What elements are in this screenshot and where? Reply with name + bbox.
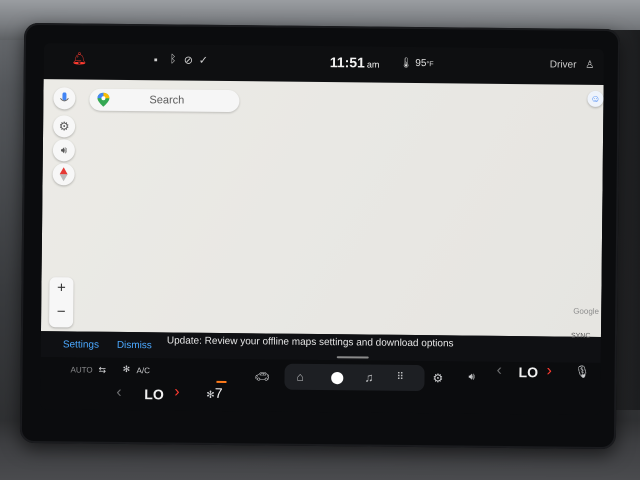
home-icon[interactable]: ⌂	[296, 370, 303, 384]
zoom-in-button[interactable]: +	[49, 279, 73, 296]
map-view[interactable]: ⚙ 🔊︎ Search ☺ + − Google	[40, 79, 604, 337]
outside-temperature: 🌡︎ 95°F	[400, 58, 434, 69]
recirculation-icon[interactable]: ⇆	[99, 365, 107, 376]
search-input[interactable]: Search	[149, 94, 184, 106]
bluetooth-icon: ᛒ	[169, 53, 177, 66]
infotainment-display: 🔔︎ ▪ ᛒ ⊘ ✓ 11:51 am 🌡︎ 95°F Driver ♙ ⚙ 🔊︎	[19, 22, 621, 450]
screen: 🔔︎ ▪ ᛒ ⊘ ✓ 11:51 am 🌡︎ 95°F Driver ♙ ⚙ 🔊︎	[40, 43, 604, 415]
account-icon[interactable]: ☺	[587, 90, 604, 107]
google-maps-pin-icon	[97, 92, 110, 107]
climate-auto-button[interactable]: AUTO	[71, 365, 93, 374]
google-attribution: Google	[573, 306, 600, 316]
left-temp-up-icon[interactable]: ›	[174, 383, 180, 401]
clock: 11:51 am	[330, 54, 380, 71]
gear-icon[interactable]: ⚙	[432, 371, 443, 385]
notification-bell-icon[interactable]: 🔔︎	[72, 51, 87, 65]
right-temp-up-icon[interactable]: ›	[547, 362, 553, 380]
fan-speed-control[interactable]: ✻7	[206, 385, 222, 401]
driver-profile[interactable]: Driver ♙	[550, 59, 595, 70]
dismiss-link[interactable]: Dismiss	[117, 340, 152, 351]
drawer-handle[interactable]	[336, 356, 369, 359]
car-icon[interactable]: 🚗︎	[254, 369, 269, 383]
fan-speed-indicator	[216, 380, 227, 384]
notification-message: Update: Review your offline maps setting…	[166, 335, 454, 350]
message-icon: ▪	[153, 54, 158, 67]
microphone-icon[interactable]: 🎙︎	[575, 365, 590, 379]
driver-label: Driver	[549, 59, 577, 71]
fan-speed-value: 7	[214, 384, 223, 401]
zoom-out-button[interactable]: −	[49, 303, 73, 320]
search-bar[interactable]: Search	[89, 88, 240, 113]
clock-time: 11:51	[329, 54, 365, 71]
check-circle-icon: ✓	[198, 54, 209, 67]
app-nav-group: ⌂ ⬤ ♫ ⠿	[284, 363, 425, 392]
compass-icon[interactable]	[52, 163, 75, 186]
zoom-controls: + −	[49, 277, 74, 328]
apps-grid-icon[interactable]: ⠿	[396, 372, 403, 383]
person-icon: ♙	[585, 59, 595, 71]
microphone-icon[interactable]	[53, 87, 76, 110]
clock-ampm: am	[366, 59, 380, 70]
wifi-off-icon: ⊘	[183, 54, 194, 67]
right-temp-down-icon[interactable]: ‹	[497, 362, 503, 380]
left-temp-down-icon[interactable]: ‹	[116, 384, 122, 402]
volume-icon[interactable]: 🔊︎	[52, 139, 75, 162]
music-icon[interactable]: ♫	[364, 370, 373, 384]
thermometer-icon: 🌡︎	[399, 57, 413, 69]
right-temperature: LO	[518, 364, 539, 381]
settings-link[interactable]: Settings	[63, 339, 99, 350]
left-temperature: LO	[144, 386, 164, 403]
settings-icon[interactable]: ⚙	[53, 115, 76, 138]
sync-label: SYNC	[570, 332, 591, 340]
bottom-control-bar: AUTO ⇆ ✻ A/C ‹ LO › ✻7 🚗︎ ⌂ ⬤ ♫ ⠿ ⚙ 🔊︎ ‹…	[40, 357, 601, 415]
temperature-value: 95	[415, 57, 427, 70]
maps-pin-icon[interactable]: ⬤	[330, 370, 344, 384]
status-bar: 🔔︎ ▪ ᛒ ⊘ ✓ 11:51 am 🌡︎ 95°F Driver ♙	[44, 43, 604, 83]
ac-button[interactable]: A/C	[137, 366, 150, 375]
fan-icon[interactable]: ✻	[123, 364, 131, 375]
temperature-unit: °F	[426, 61, 434, 69]
volume-icon[interactable]: 🔊︎	[468, 372, 474, 383]
